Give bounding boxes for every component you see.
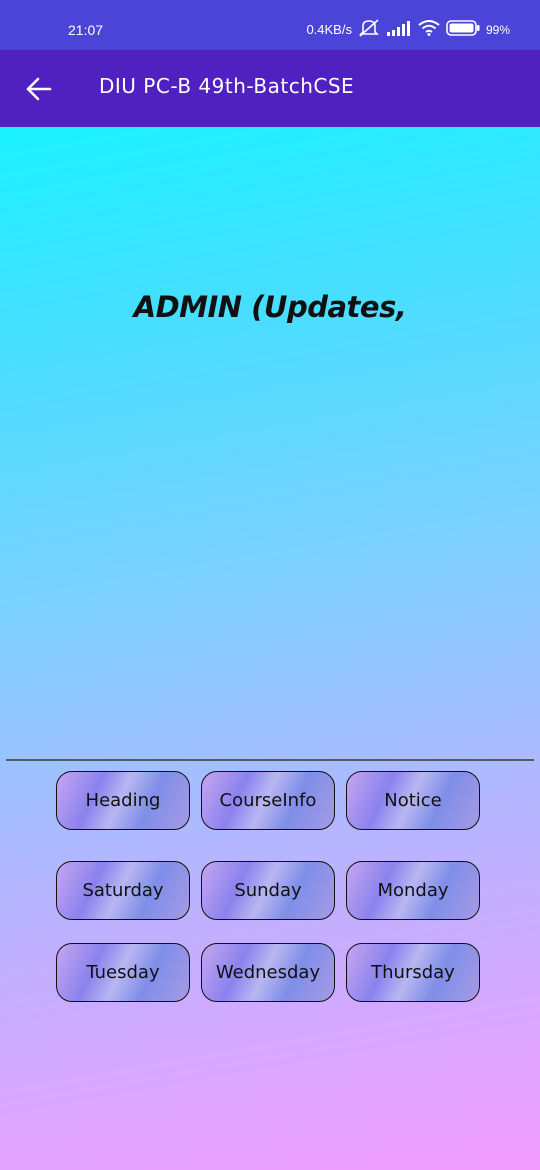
divider <box>6 759 534 761</box>
battery-icon <box>446 20 480 39</box>
network-speed: 0.4KB/s <box>306 22 352 37</box>
back-button[interactable] <box>24 74 54 104</box>
mute-icon <box>358 19 380 40</box>
status-time: 21:07 <box>68 22 104 38</box>
screen: 21:07 0.4KB/s 99% DIU PC-B 49th-BatchCSE… <box>0 0 540 1170</box>
arrow-left-icon <box>26 77 52 101</box>
status-icons: 0.4KB/s 99% <box>306 19 510 40</box>
status-bar: 21:07 0.4KB/s 99% <box>0 0 540 50</box>
heading-button[interactable]: Heading <box>56 771 190 830</box>
battery-percent: 99% <box>485 22 510 37</box>
admin-headline: ADMIN (Updates, <box>133 290 407 324</box>
sunday-button[interactable]: Sunday <box>201 861 335 920</box>
courseinfo-button[interactable]: CourseInfo <box>201 771 335 830</box>
wednesday-button[interactable]: Wednesday <box>201 943 335 1002</box>
signal-icon <box>386 20 412 39</box>
app-bar: DIU PC-B 49th-BatchCSE <box>0 50 540 127</box>
wifi-icon <box>418 20 440 39</box>
monday-button[interactable]: Monday <box>346 861 480 920</box>
thursday-button[interactable]: Thursday <box>346 943 480 1002</box>
notice-button[interactable]: Notice <box>346 771 480 830</box>
tuesday-button[interactable]: Tuesday <box>56 943 190 1002</box>
saturday-button[interactable]: Saturday <box>56 861 190 920</box>
app-title: DIU PC-B 49th-BatchCSE <box>99 74 355 98</box>
